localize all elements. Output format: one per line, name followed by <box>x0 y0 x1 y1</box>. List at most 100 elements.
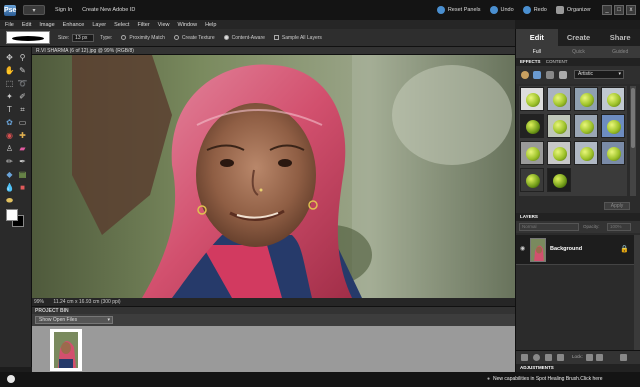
sample-all-layers-checkbox[interactable]: Sample All Layers <box>273 35 322 41</box>
shape-tool-icon[interactable]: ⬬ <box>4 195 15 206</box>
lock-all-icon[interactable] <box>596 354 603 361</box>
layer-mask-icon[interactable] <box>545 354 552 361</box>
reset-panels-button[interactable]: Reset Panels <box>436 6 481 14</box>
type-proximity-match-radio[interactable]: Proximity Match <box>121 35 165 41</box>
blur-tool-icon[interactable]: 💧 <box>4 182 15 193</box>
effects-category-dropdown[interactable]: Artistic <box>574 70 624 79</box>
magic-wand-tool-icon[interactable]: ✦ <box>4 91 15 102</box>
tab-share[interactable]: Share <box>599 29 640 46</box>
image-canvas[interactable] <box>32 55 515 298</box>
menu-enhance[interactable]: Enhance <box>63 22 85 28</box>
quick-selection-tool-icon[interactable]: ✐ <box>17 91 28 102</box>
crop-tool-icon[interactable]: ⌗ <box>17 104 28 115</box>
adjustments-panel-header[interactable]: ADJUSTMENTS <box>516 364 640 372</box>
filters-icon[interactable] <box>521 71 529 79</box>
move-tool-icon[interactable]: ✥ <box>4 52 15 63</box>
effect-thumbnail[interactable] <box>520 141 544 165</box>
layer-styles-icon[interactable] <box>533 71 541 79</box>
paint-bucket-tool-icon[interactable]: ◆ <box>4 169 15 180</box>
size-field[interactable]: 13 px <box>72 33 95 42</box>
apply-button[interactable]: Apply <box>604 202 630 210</box>
tab-create[interactable]: Create <box>558 29 600 46</box>
zoom-readout[interactable]: 99% <box>34 299 44 305</box>
layers-panel-header[interactable]: LAYERS <box>516 213 640 221</box>
effect-thumbnail[interactable] <box>574 87 598 111</box>
minimize-button[interactable]: _ <box>602 5 612 15</box>
undo-button[interactable]: Undo <box>489 6 514 14</box>
effect-thumbnail[interactable] <box>520 168 544 192</box>
brush-preset-picker[interactable] <box>6 31 50 44</box>
effect-thumbnail[interactable] <box>547 141 571 165</box>
tab-full[interactable]: Full <box>516 46 558 58</box>
effect-thumbnail[interactable] <box>601 141 625 165</box>
brush-tool-icon[interactable]: ✏ <box>4 156 15 167</box>
zoom-tool-icon[interactable]: ⚲ <box>17 52 28 63</box>
create-adobe-id-link[interactable]: Create New Adobe ID <box>82 7 135 13</box>
lasso-tool-icon[interactable]: ➰ <box>17 78 28 89</box>
menu-layer[interactable]: Layer <box>92 22 106 28</box>
close-button[interactable]: x <box>626 5 636 15</box>
clone-stamp-tool-icon[interactable]: ♙ <box>4 143 15 154</box>
menu-window[interactable]: Window <box>178 22 198 28</box>
adjustment-layer-icon[interactable] <box>533 354 540 361</box>
visibility-eye-icon[interactable]: ◉ <box>520 246 528 252</box>
lock-transparent-icon[interactable] <box>586 354 593 361</box>
menu-filter[interactable]: Filter <box>137 22 149 28</box>
open-file-thumbnail[interactable] <box>50 329 82 371</box>
effect-thumbnail[interactable] <box>520 114 544 138</box>
document-tab[interactable]: R.VI SHARMA (6 of 12).jpg @ 99% (RGB/8) <box>32 47 515 55</box>
spot-healing-brush-tool-icon[interactable]: ✚ <box>17 130 28 141</box>
straighten-tool-icon[interactable]: ▭ <box>17 117 28 128</box>
blend-mode-dropdown[interactable]: Normal <box>519 223 579 231</box>
project-bin-header[interactable]: PROJECT BIN <box>32 306 515 314</box>
show-open-files-dropdown[interactable]: Show Open Files <box>35 316 113 324</box>
sign-in-link[interactable]: Sign In <box>55 7 72 13</box>
sponge-tool-icon[interactable]: ■ <box>17 182 28 193</box>
effect-thumbnail[interactable] <box>601 114 625 138</box>
tab-edit[interactable]: Edit <box>516 29 558 46</box>
marquee-tool-icon[interactable]: ⬚ <box>4 78 15 89</box>
effect-thumbnail[interactable] <box>547 87 571 111</box>
effect-thumbnail[interactable] <box>547 114 571 138</box>
layers-menu-icon[interactable] <box>620 354 627 361</box>
red-eye-tool-icon[interactable]: ◉ <box>4 130 15 141</box>
opacity-field[interactable]: 100% <box>607 223 631 231</box>
redo-button[interactable]: Redo <box>522 6 547 14</box>
new-layer-icon[interactable] <box>521 354 528 361</box>
eraser-tool-icon[interactable]: ▰ <box>17 143 28 154</box>
effect-thumbnail[interactable] <box>520 87 544 111</box>
all-effects-icon[interactable] <box>559 71 567 79</box>
menu-view[interactable]: View <box>158 22 170 28</box>
tab-content[interactable]: CONTENT <box>546 59 568 64</box>
workspace-switch-button[interactable]: ▾ <box>23 5 45 15</box>
effect-thumbnail[interactable] <box>547 168 571 192</box>
layers-scrollbar[interactable] <box>634 235 640 351</box>
layer-row-background[interactable]: ◉ Background 🔒 <box>516 235 640 265</box>
photo-effects-icon[interactable] <box>546 71 554 79</box>
effect-thumbnail[interactable] <box>601 87 625 111</box>
effect-thumbnail[interactable] <box>574 141 598 165</box>
smart-brush-tool-icon[interactable]: ✒ <box>17 156 28 167</box>
organizer-button[interactable]: Organizer <box>555 6 591 14</box>
eyedropper-tool-icon[interactable]: ✎ <box>17 65 28 76</box>
delete-layer-icon[interactable] <box>557 354 564 361</box>
menu-select[interactable]: Select <box>114 22 129 28</box>
menu-file[interactable]: File <box>5 22 14 28</box>
tab-effects[interactable]: EFFECTS <box>520 59 541 64</box>
tip-link[interactable]: New capabilities in Spot Healing Brush.C… <box>487 376 603 382</box>
tab-guided[interactable]: Guided <box>599 46 640 58</box>
effect-thumbnail[interactable] <box>574 114 598 138</box>
effects-scrollbar[interactable] <box>630 86 636 196</box>
tab-quick[interactable]: Quick <box>558 46 600 58</box>
menu-edit[interactable]: Edit <box>22 22 31 28</box>
foreground-color-swatch[interactable] <box>6 209 18 221</box>
menu-help[interactable]: Help <box>205 22 216 28</box>
type-tool-icon[interactable]: T <box>4 104 15 115</box>
cookie-cutter-tool-icon[interactable]: ✿ <box>4 117 15 128</box>
type-content-aware-radio[interactable]: Content-Aware <box>223 35 265 41</box>
restore-button[interactable]: □ <box>614 5 624 15</box>
hand-tool-icon[interactable]: ✋ <box>4 65 15 76</box>
menu-image[interactable]: Image <box>39 22 54 28</box>
gradient-tool-icon[interactable]: ▤ <box>17 169 28 180</box>
type-create-texture-radio[interactable]: Create Texture <box>173 35 215 41</box>
